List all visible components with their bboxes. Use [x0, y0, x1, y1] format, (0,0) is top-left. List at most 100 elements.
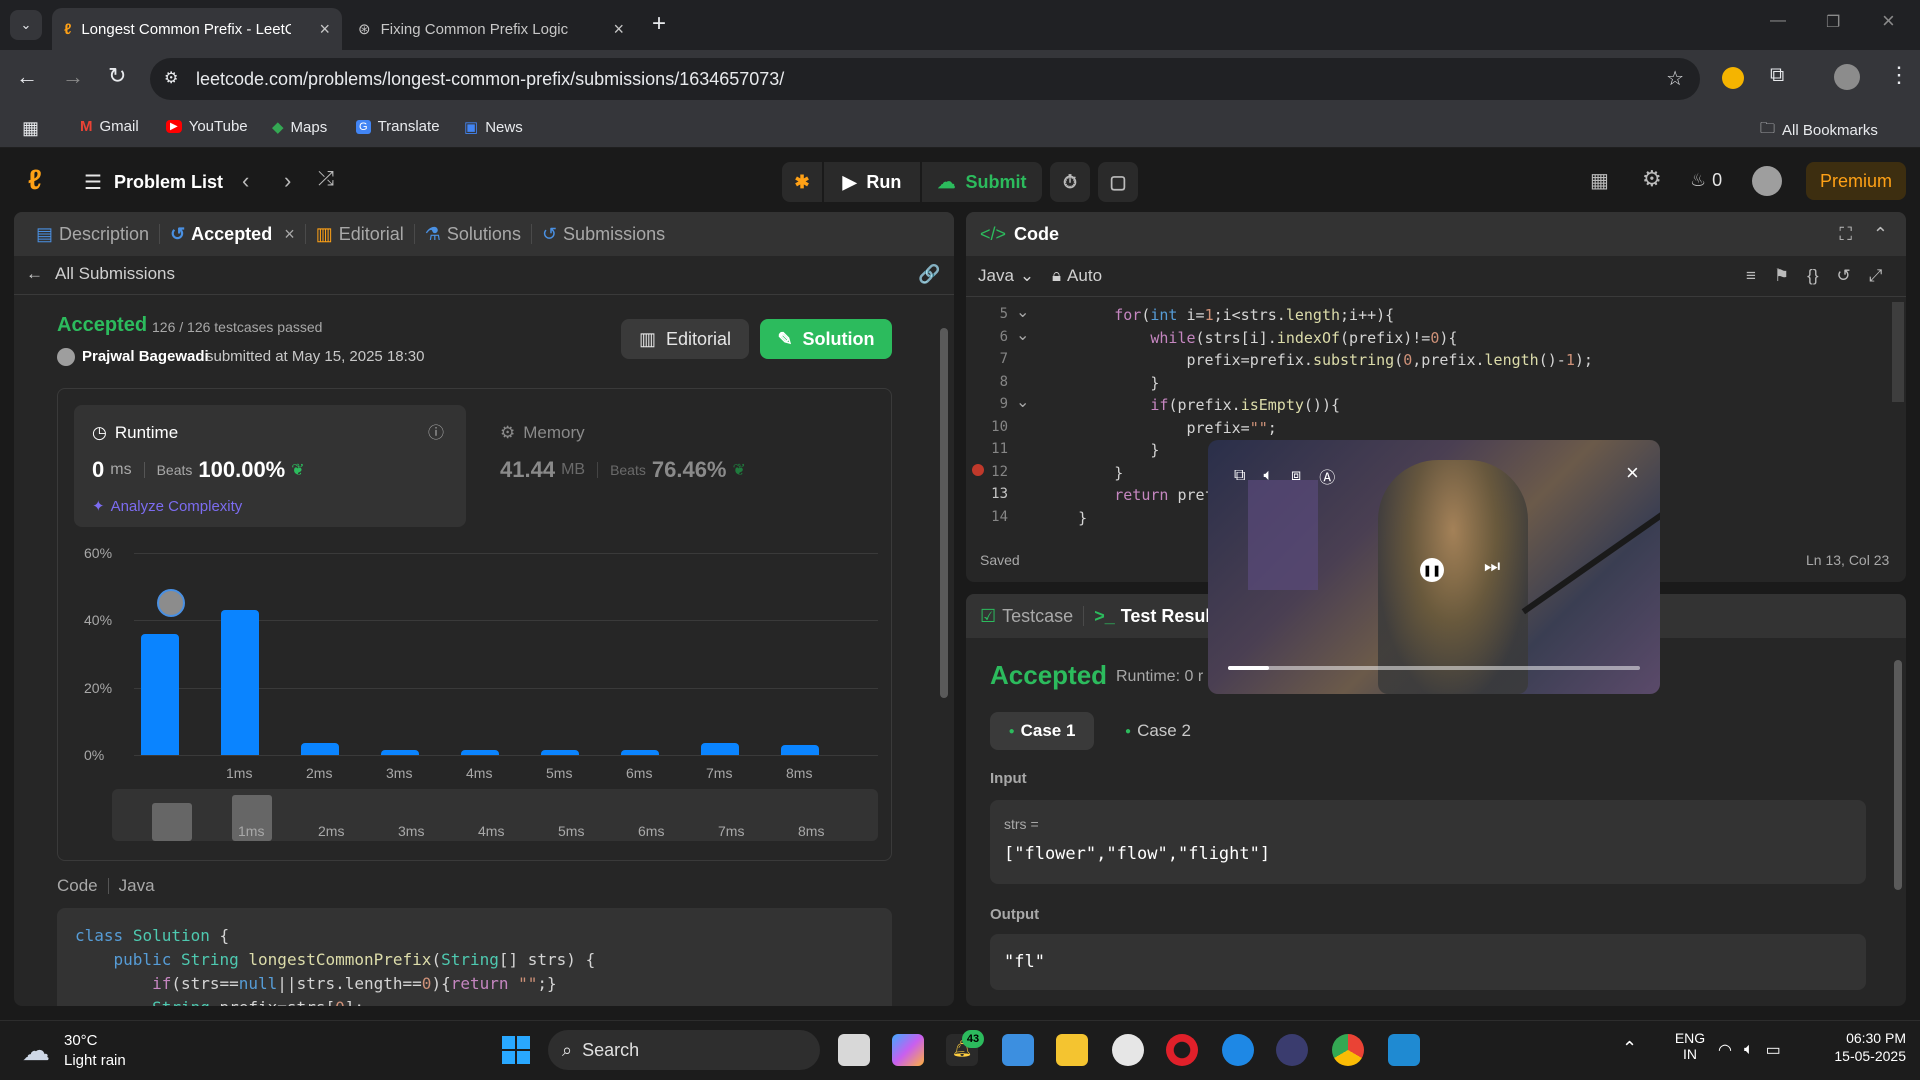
system-tray[interactable]: ◠ 🔈︎ ▭: [1718, 1040, 1781, 1060]
fullscreen-icon[interactable]: ⛶: [1839, 224, 1852, 245]
vscode-icon[interactable]: [1388, 1034, 1420, 1066]
extensions-puzzle-icon[interactable]: ⧉: [1770, 64, 1784, 87]
info-icon[interactable]: ⓘ: [428, 419, 444, 443]
bookmark-gmail[interactable]: M Gmail: [80, 118, 139, 135]
editorial-button[interactable]: ▥ Editorial: [621, 319, 749, 359]
back-icon[interactable]: ←: [16, 64, 38, 90]
tab-description[interactable]: ▤ Description: [26, 224, 159, 245]
clock[interactable]: 06:30 PM 15-05-2025: [1810, 1030, 1906, 1064]
left-scrollbar[interactable]: [940, 298, 948, 998]
debug-button[interactable]: ✱: [782, 162, 822, 202]
submitter-name[interactable]: Prajwal Bagewadi: [82, 348, 209, 365]
maximize-button[interactable]: ❐: [1826, 12, 1840, 32]
forward-icon[interactable]: →: [62, 64, 84, 90]
problem-list-button[interactable]: ☰ Problem List: [84, 170, 223, 195]
tab-editorial[interactable]: ▥ Editorial: [306, 224, 414, 245]
case-2-tab[interactable]: ● Case 2: [1106, 712, 1210, 750]
back-to-tab-icon[interactable]: ⧉: [1234, 467, 1245, 485]
leetcode-logo[interactable]: ℓ: [28, 164, 42, 196]
chart-overview-slider[interactable]: 1ms 2ms 3ms 4ms 5ms 6ms 7ms 8ms: [112, 789, 878, 841]
all-submissions-link[interactable]: ← All Submissions: [26, 264, 175, 284]
format-icon[interactable]: ≡: [1746, 266, 1756, 286]
taskbar-search-box[interactable]: ⌕ Search: [548, 1030, 820, 1070]
tab-submissions[interactable]: ↺ Submissions: [532, 224, 675, 245]
all-bookmarks[interactable]: 🗀 All Bookmarks: [1760, 118, 1878, 143]
chart-bar[interactable]: [541, 749, 579, 755]
solution-button[interactable]: ✎ Solution: [760, 319, 892, 359]
captions-icon[interactable]: ⧈: [1291, 467, 1301, 485]
browser-tab-chat[interactable]: ⊛ Fixing Common Prefix Logic ×: [346, 8, 636, 50]
run-button[interactable]: ▶ Run: [824, 162, 920, 202]
chart-bar[interactable]: [141, 633, 179, 755]
memory-card[interactable]: ⚙ Memory 41.44 MB Beats 76.46% ❦: [482, 405, 874, 527]
tab-test-result[interactable]: >_ Test Result: [1084, 606, 1226, 627]
scroll-thumb[interactable]: [940, 328, 948, 698]
tab-testcase[interactable]: ☑ Testcase: [980, 606, 1083, 627]
reset-icon[interactable]: ↺: [1837, 266, 1851, 286]
eclipse-icon[interactable]: [1276, 1034, 1308, 1066]
tab-solutions[interactable]: ⚗ Solutions: [415, 224, 531, 245]
chart-bar[interactable]: [701, 743, 739, 755]
autoplay-icon[interactable]: Ⓐ: [1319, 464, 1335, 488]
next-problem-icon[interactable]: ›: [284, 168, 291, 194]
browser-tab-leetcode[interactable]: ℓ Longest Common Prefix - LeetC ×: [52, 8, 342, 50]
profile-avatar[interactable]: [1834, 64, 1860, 90]
weather-widget[interactable]: ☁ 30°C Light rain: [22, 1030, 182, 1070]
bookmark-icon[interactable]: ⚑: [1774, 266, 1789, 286]
copilot-icon[interactable]: [892, 1034, 924, 1066]
result-scrollbar-thumb[interactable]: [1894, 660, 1902, 890]
close-tab-icon[interactable]: ×: [284, 224, 295, 245]
bookmark-translate[interactable]: G Translate: [356, 118, 440, 135]
language-indicator[interactable]: ENG IN: [1668, 1030, 1712, 1062]
notepad-icon[interactable]: [1002, 1034, 1034, 1066]
premium-button[interactable]: Premium: [1806, 162, 1906, 200]
streak-counter[interactable]: ♨ 0: [1690, 170, 1722, 191]
video-progress-track[interactable]: [1228, 666, 1640, 670]
site-info-icon[interactable]: ⚙: [164, 68, 178, 88]
minimize-button[interactable]: —: [1770, 12, 1786, 30]
file-explorer-icon[interactable]: [1056, 1034, 1088, 1066]
expand-icon[interactable]: ⤢: [1869, 266, 1883, 286]
task-view-icon[interactable]: [838, 1034, 870, 1066]
chart-bar[interactable]: [301, 743, 339, 755]
bookmark-star-icon[interactable]: ☆: [1666, 66, 1684, 91]
fold-chevron-icon[interactable]: ⌄: [1016, 325, 1029, 345]
analyze-complexity-link[interactable]: ✦ Analyze Complexity: [92, 497, 242, 516]
apps-grid-icon[interactable]: ▦: [22, 118, 39, 139]
close-pip-icon[interactable]: ×: [1626, 460, 1639, 486]
editor-scrollbar-thumb[interactable]: [1892, 302, 1904, 402]
user-avatar[interactable]: [1752, 166, 1782, 196]
picture-in-picture-video[interactable]: ⧉ 🔈︎ ⧈ Ⓐ × ❚❚ ⏭: [1208, 440, 1660, 694]
app-store-icon[interactable]: [1222, 1034, 1254, 1066]
opera-icon[interactable]: [1166, 1034, 1198, 1066]
breakpoint-dot[interactable]: [972, 464, 984, 476]
start-windows-icon[interactable]: [502, 1036, 530, 1064]
close-tab-icon[interactable]: ×: [319, 19, 330, 40]
tab-accepted[interactable]: ↺ Accepted ×: [160, 224, 305, 245]
next-track-icon[interactable]: ⏭: [1484, 556, 1500, 577]
chart-bar[interactable]: [221, 610, 259, 755]
system-tray-chevron-icon[interactable]: ⌃: [1622, 1038, 1637, 1059]
bookmark-news[interactable]: ▣ News: [464, 118, 523, 137]
language-select[interactable]: Java ⌄: [978, 266, 1034, 286]
reload-icon[interactable]: ↻: [108, 63, 126, 89]
chrome-icon[interactable]: [1332, 1034, 1364, 1066]
collapse-icon[interactable]: ⌃: [1873, 224, 1888, 245]
shuffle-icon[interactable]: ⤮: [318, 168, 334, 191]
close-tab-icon[interactable]: ×: [613, 19, 624, 40]
close-window-button[interactable]: ×: [1882, 8, 1895, 34]
chart-bar[interactable]: [621, 749, 659, 755]
fold-chevron-icon[interactable]: ⌄: [1016, 302, 1029, 322]
new-tab-button[interactable]: +: [652, 10, 666, 38]
bookmark-maps[interactable]: ◆ Maps: [272, 118, 327, 137]
chart-bar[interactable]: [381, 749, 419, 755]
prev-problem-icon[interactable]: ‹: [242, 168, 249, 194]
clock-app-icon[interactable]: [1112, 1034, 1144, 1066]
submit-button[interactable]: ☁ Submit: [922, 162, 1042, 202]
layout-icon[interactable]: ▦: [1590, 168, 1609, 193]
chart-bar[interactable]: [781, 744, 819, 755]
case-1-tab[interactable]: ● Case 1: [990, 712, 1094, 750]
chart-bar[interactable]: [461, 749, 499, 755]
volume-icon[interactable]: 🔈︎: [1263, 467, 1273, 485]
autocomplete-mode[interactable]: 🔒︎ Auto: [1052, 266, 1102, 286]
